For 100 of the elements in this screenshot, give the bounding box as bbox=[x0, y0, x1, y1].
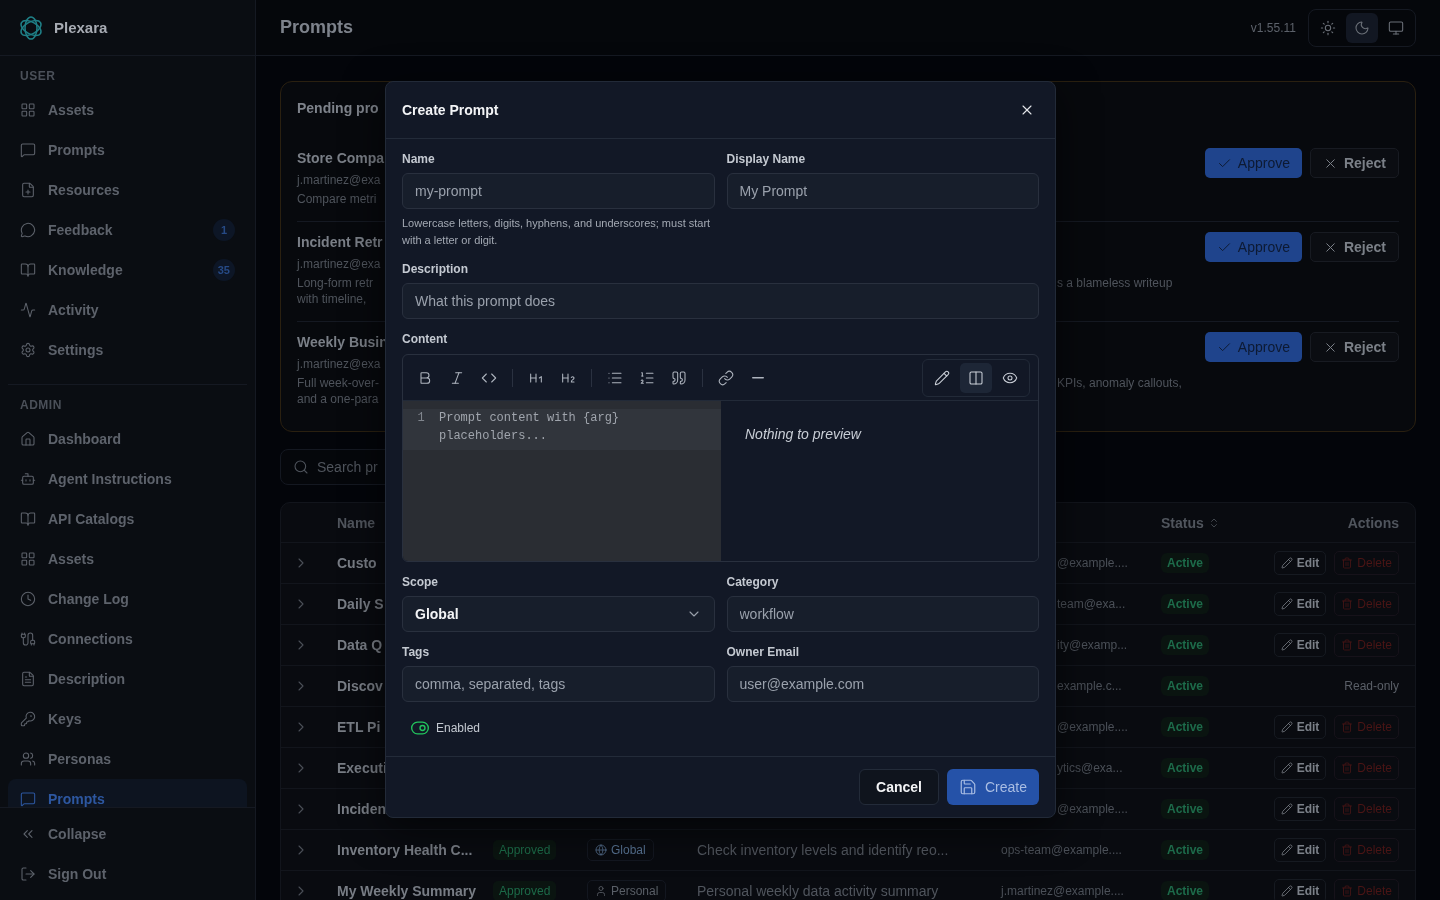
approval-tag: Approved bbox=[493, 840, 557, 860]
owner-cell-text: example.c... bbox=[1056, 679, 1123, 693]
theme-button[interactable] bbox=[1346, 12, 1378, 43]
trash-icon bbox=[1341, 557, 1354, 569]
grid-icon bbox=[20, 102, 36, 118]
status-tag: Active bbox=[1161, 635, 1210, 655]
home-icon bbox=[20, 431, 36, 447]
owner-cell-text: @example.... bbox=[1056, 720, 1129, 734]
enabled-toggle[interactable]: Enabled bbox=[410, 718, 481, 738]
nav-item[interactable]: Personas bbox=[8, 739, 247, 779]
text-field[interactable]: My Prompt bbox=[726, 173, 1039, 209]
column-header[interactable]: Status bbox=[1161, 514, 1271, 531]
trash-icon bbox=[1341, 721, 1354, 733]
text-field[interactable]: What this prompt does bbox=[402, 283, 1039, 319]
trash-icon bbox=[1341, 598, 1354, 610]
description-cell-text: Check inventory levels and identify reo... bbox=[697, 842, 950, 858]
split-view-icon bbox=[968, 369, 984, 386]
nav-label: Assets bbox=[48, 551, 95, 567]
nav-item[interactable]: Connections bbox=[8, 619, 247, 659]
prompt-description: Long-form retr bbox=[297, 275, 375, 291]
nav-item[interactable]: Resources bbox=[8, 170, 247, 210]
approve-button[interactable]: Approve bbox=[1204, 232, 1302, 262]
column-header: Actions bbox=[1346, 514, 1400, 531]
description-cell-text: Personal weekly data activity summary bbox=[697, 883, 940, 899]
cancel-button[interactable]: Cancel bbox=[859, 769, 939, 805]
edit-button[interactable]: Edit bbox=[1273, 797, 1327, 821]
field-label: Category bbox=[726, 575, 780, 589]
text-field[interactable]: my-prompt bbox=[402, 173, 715, 209]
code-field[interactable]: Prompt content with {arg} placeholders... bbox=[439, 409, 721, 450]
dialog-title: Create Prompt bbox=[402, 102, 499, 118]
cable-icon bbox=[20, 631, 36, 647]
nav-item[interactable]: Agent Instructions bbox=[8, 459, 247, 499]
pencil-icon bbox=[1280, 885, 1293, 897]
prompt-description: and a one-para bbox=[297, 391, 380, 407]
sun-icon bbox=[1320, 19, 1336, 36]
nav-item[interactable]: Settings bbox=[8, 330, 247, 370]
edit-button[interactable]: Edit bbox=[1273, 879, 1327, 900]
pencil-icon bbox=[1280, 639, 1293, 651]
text-field[interactable]: comma, separated, tags bbox=[402, 666, 715, 702]
scope-tag: Global bbox=[587, 839, 654, 861]
text-field[interactable]: workflow bbox=[726, 596, 1039, 632]
edit-button[interactable]: Edit bbox=[1273, 838, 1327, 862]
author-email: j.martinez@exa bbox=[297, 172, 382, 188]
view-mode-button[interactable] bbox=[960, 362, 992, 393]
nav-item[interactable]: Activity bbox=[8, 290, 247, 330]
text-field[interactable]: user@example.com bbox=[726, 666, 1039, 702]
trash-icon bbox=[1341, 803, 1354, 815]
key-icon bbox=[20, 711, 36, 727]
nav-item[interactable]: Feedback 1 bbox=[8, 210, 247, 250]
nav-item[interactable]: Knowledge 35 bbox=[8, 250, 247, 290]
author-email: j.martinez@exa bbox=[297, 256, 382, 272]
reject-button[interactable]: Reject bbox=[1309, 232, 1399, 262]
line-number: 1 bbox=[403, 409, 439, 450]
globe-icon bbox=[595, 844, 607, 856]
nav-item[interactable]: Assets bbox=[8, 90, 247, 130]
prompt-title: Incident Retr bbox=[297, 233, 384, 252]
clock-icon bbox=[20, 591, 36, 607]
create-button[interactable]: Create bbox=[946, 769, 1039, 805]
edit-button[interactable]: Edit bbox=[1273, 551, 1327, 575]
document-icon bbox=[20, 671, 36, 687]
section-title: ADMIN bbox=[19, 397, 63, 414]
nav-item[interactable]: Keys bbox=[8, 699, 247, 739]
reject-button[interactable]: Reject bbox=[1309, 332, 1399, 362]
scope-select[interactable]: Global bbox=[402, 596, 715, 632]
pencil-icon bbox=[1280, 844, 1293, 856]
nav-item[interactable]: Collapse bbox=[8, 814, 247, 854]
edit-button[interactable]: Edit bbox=[1273, 756, 1327, 780]
page-title: Prompts bbox=[280, 17, 354, 38]
bold-icon bbox=[417, 369, 433, 386]
nav-item[interactable]: Dashboard bbox=[8, 419, 247, 459]
quote-icon bbox=[671, 369, 687, 386]
read-only-label: Read-only bbox=[1344, 679, 1399, 693]
nav-item[interactable]: Change Log bbox=[8, 579, 247, 619]
nav-label: Personas bbox=[48, 751, 113, 767]
status-tag: Active bbox=[1161, 799, 1210, 819]
edit-button[interactable]: Edit bbox=[1273, 715, 1327, 739]
owner-cell-text: ops-team@example.... bbox=[1001, 843, 1123, 857]
status-tag: Active bbox=[1161, 717, 1210, 737]
edit-button[interactable]: Edit bbox=[1273, 633, 1327, 657]
reject-button[interactable]: Reject bbox=[1309, 148, 1399, 178]
approve-button[interactable]: Approve bbox=[1204, 148, 1302, 178]
moon-icon bbox=[1354, 19, 1370, 36]
version-label: v1.55.11 bbox=[1250, 20, 1296, 35]
nav-item[interactable]: API Catalogs bbox=[8, 499, 247, 539]
nav-item[interactable]: Assets bbox=[8, 539, 247, 579]
nav-label: Dashboard bbox=[48, 431, 123, 447]
file-plus-icon bbox=[20, 182, 36, 198]
nav-item[interactable]: Description bbox=[8, 659, 247, 699]
save-icon bbox=[958, 778, 977, 796]
approval-tag: Approved bbox=[493, 881, 557, 900]
edit-button[interactable]: Edit bbox=[1273, 592, 1327, 616]
approve-button[interactable]: Approve bbox=[1204, 332, 1302, 362]
prompt-description: with timeline, bbox=[297, 291, 368, 307]
monitor-icon bbox=[1388, 19, 1404, 36]
nav-item[interactable]: Prompts bbox=[8, 130, 247, 170]
nav-item[interactable]: Sign Out bbox=[8, 854, 247, 894]
field-label: Display Name bbox=[726, 152, 807, 166]
field-hint: Lowercase letters, digits, hyphens, and underscores; must start with a letter or digit. bbox=[402, 216, 712, 248]
book-icon bbox=[20, 511, 36, 527]
nav-item[interactable]: Prompts bbox=[8, 779, 247, 807]
